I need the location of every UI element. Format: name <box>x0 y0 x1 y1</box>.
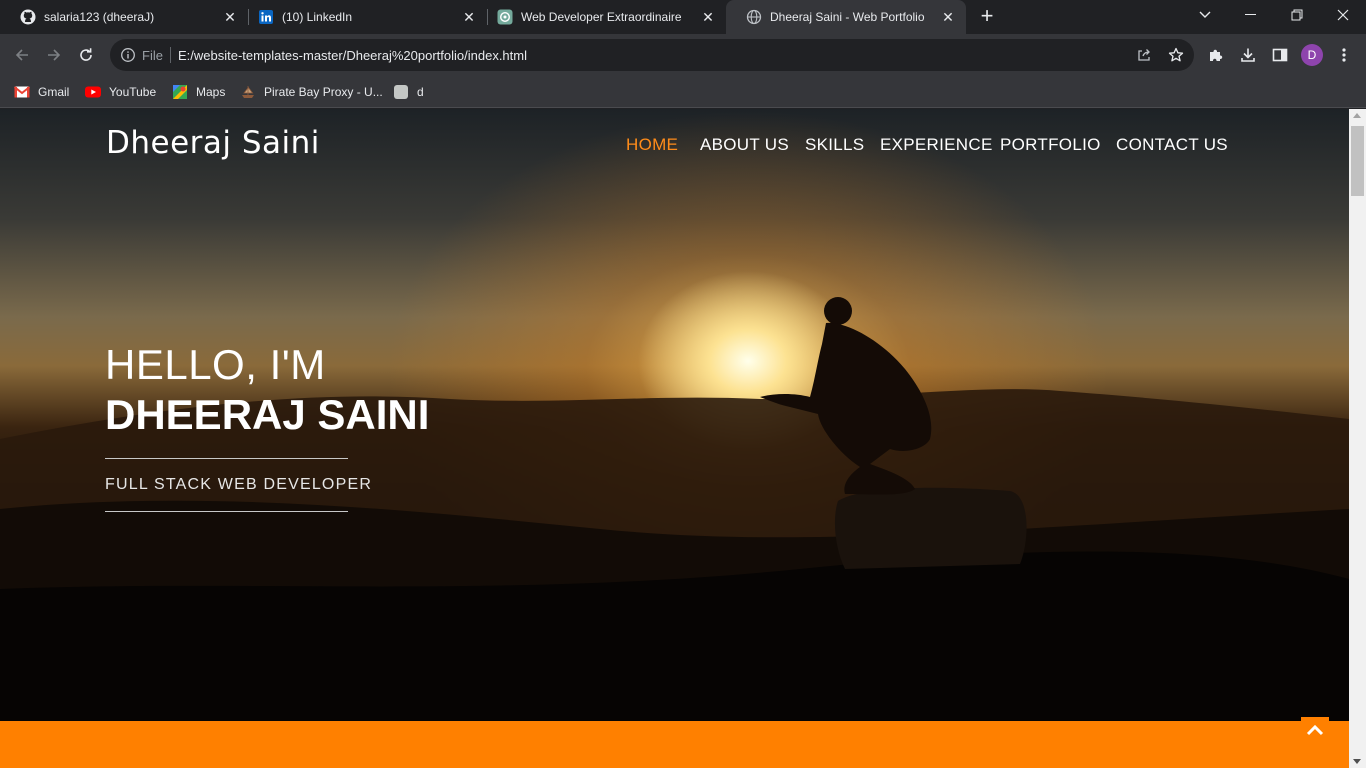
bookmarks-bar: Gmail YouTube Maps Pirate Bay Proxy - U.… <box>0 76 1366 108</box>
nav-about-us[interactable]: ABOUT US <box>700 135 789 155</box>
nav-contact-us[interactable]: CONTACT US <box>1116 135 1228 155</box>
omnibox-divider <box>170 47 171 63</box>
profile-avatar[interactable]: D <box>1301 44 1323 66</box>
tab-search-icon[interactable] <box>1182 0 1228 30</box>
minimize-icon[interactable] <box>1228 0 1274 30</box>
tab-portfolio[interactable]: Dheeraj Saini - Web Portfolio ✕ <box>726 0 966 34</box>
url-text[interactable]: E:/website-templates-master/Dheeraj%20po… <box>178 48 527 63</box>
hero-divider-bottom <box>105 511 348 512</box>
globe-icon <box>746 9 762 25</box>
download-icon[interactable] <box>1238 45 1258 65</box>
hero-section: Dheeraj Saini HOME ABOUT US SKILLS EXPER… <box>0 109 1349 721</box>
share-icon[interactable] <box>1135 46 1153 64</box>
bookmark-d[interactable]: d <box>393 82 424 102</box>
chatgpt-icon <box>497 9 513 25</box>
bookmark-label: Gmail <box>38 85 70 99</box>
tab-github[interactable]: salaria123 (dheeraJ) ✕ <box>0 0 248 34</box>
menu-kebab-icon[interactable] <box>1334 45 1354 65</box>
extensions-icon[interactable] <box>1206 45 1226 65</box>
page-viewport: Dheeraj Saini HOME ABOUT US SKILLS EXPER… <box>0 109 1349 768</box>
reload-icon[interactable] <box>71 40 101 70</box>
close-tab-icon[interactable]: ✕ <box>698 7 718 27</box>
tab-title: Web Developer Extraordinaire <box>521 10 682 24</box>
tab-strip: salaria123 (dheeraJ) ✕ (10) LinkedIn ✕ W… <box>0 0 1366 34</box>
bookmark-gmail[interactable]: Gmail <box>14 82 69 102</box>
forward-icon[interactable] <box>39 40 69 70</box>
nav-experience[interactable]: EXPERIENCE <box>880 135 993 155</box>
nav-skills[interactable]: SKILLS <box>805 135 864 155</box>
hero-greeting: HELLO, I'M <box>105 341 326 388</box>
back-icon[interactable] <box>7 40 37 70</box>
nav-home[interactable]: HOME <box>626 135 678 155</box>
restore-icon[interactable] <box>1274 0 1320 30</box>
address-bar[interactable]: File E:/website-templates-master/Dheeraj… <box>110 39 1194 71</box>
bookmark-label: Pirate Bay Proxy - U... <box>264 85 383 99</box>
hero-role: FULL STACK WEB DEVELOPER <box>105 476 373 493</box>
youtube-icon <box>85 84 101 100</box>
scheme-label: File <box>142 48 163 63</box>
scroll-down-arrow-icon[interactable] <box>1353 759 1361 764</box>
scroll-up-arrow-icon[interactable] <box>1353 113 1361 118</box>
tab-title: Dheeraj Saini - Web Portfolio <box>770 10 925 24</box>
linkedin-icon <box>258 9 274 25</box>
new-tab-button[interactable]: + <box>976 5 998 28</box>
tab-title: (10) LinkedIn <box>282 10 353 24</box>
side-panel-icon[interactable] <box>1270 45 1290 65</box>
chevron-up-icon <box>1306 723 1324 741</box>
next-section-band <box>0 721 1349 768</box>
close-tab-icon[interactable]: ✕ <box>220 7 240 27</box>
site-brand-logo[interactable]: Dheeraj Saini <box>106 125 320 161</box>
info-icon[interactable] <box>120 47 136 68</box>
hero-divider-top <box>105 458 348 459</box>
close-tab-icon[interactable]: ✕ <box>459 7 479 27</box>
maps-icon <box>172 84 188 100</box>
browser-toolbar: File E:/website-templates-master/Dheeraj… <box>0 34 1366 76</box>
close-tab-icon[interactable]: ✕ <box>938 7 958 27</box>
bookmark-label: d <box>417 85 424 99</box>
bookmark-label: YouTube <box>109 85 157 99</box>
bookmark-label: Maps <box>196 85 226 99</box>
ship-icon <box>240 84 256 100</box>
page-scrollbar[interactable] <box>1349 109 1366 768</box>
bookmark-star-icon[interactable] <box>1167 46 1185 64</box>
tab-chatgpt[interactable]: Web Developer Extraordinaire ✕ <box>477 0 726 34</box>
gmail-icon <box>14 84 30 100</box>
scroll-to-top-button[interactable] <box>1301 717 1329 747</box>
blank-page-icon <box>393 84 409 100</box>
tab-title: salaria123 (dheeraJ) <box>44 10 155 24</box>
bookmark-piratebay[interactable]: Pirate Bay Proxy - U... <box>240 82 383 102</box>
tab-linkedin[interactable]: (10) LinkedIn ✕ <box>238 0 487 34</box>
bookmark-youtube[interactable]: YouTube <box>85 82 156 102</box>
close-window-icon[interactable] <box>1320 0 1366 30</box>
github-icon <box>20 9 36 25</box>
nav-portfolio[interactable]: PORTFOLIO <box>1000 135 1101 155</box>
bookmark-maps[interactable]: Maps <box>172 82 225 102</box>
scrollbar-thumb[interactable] <box>1351 126 1364 196</box>
hero-name: DHEERAJ SAINI <box>105 391 430 438</box>
